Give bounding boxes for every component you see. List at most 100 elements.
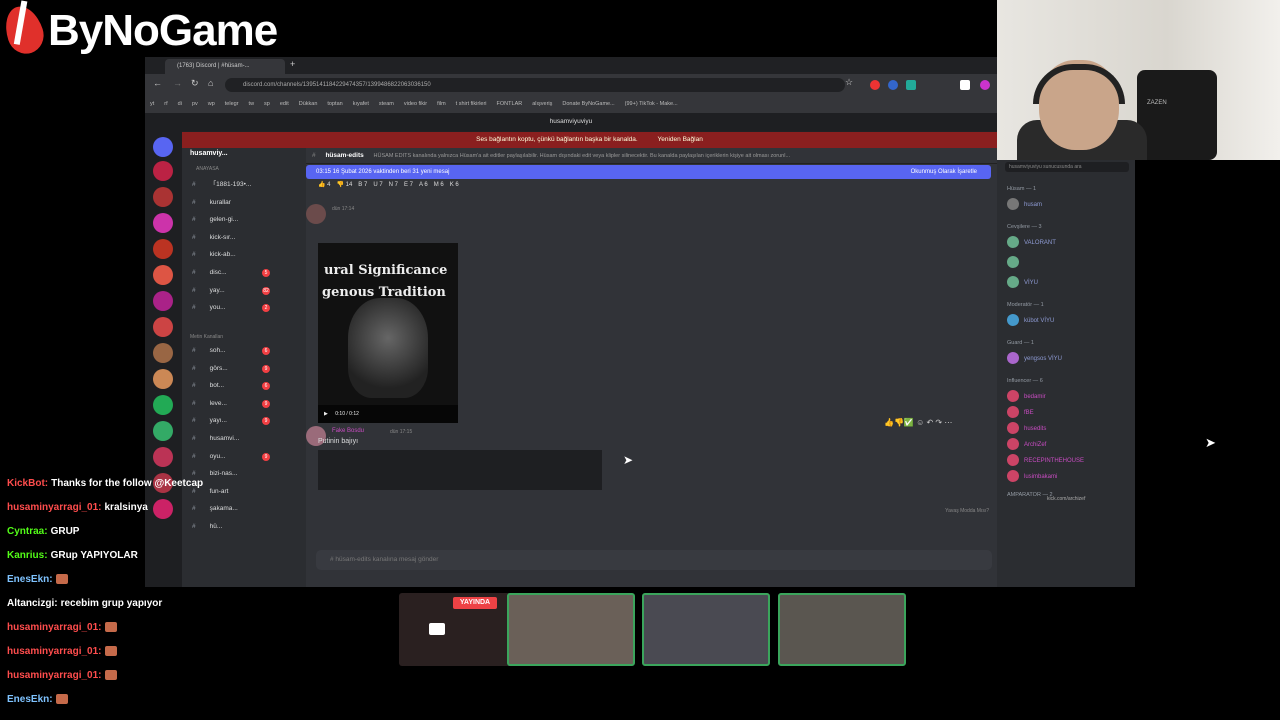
- member-item[interactable]: RECEPINTHEHOUSE: [1007, 454, 1084, 468]
- channel-item[interactable]: # gelen-gi...: [182, 213, 306, 227]
- server-icon[interactable]: [153, 343, 173, 363]
- participant-thumb[interactable]: [778, 593, 906, 666]
- message-input[interactable]: # hüsam-edits kanalına mesaj gönder: [316, 550, 992, 570]
- channel-item[interactable]: # you... 2: [182, 301, 306, 315]
- member-item[interactable]: VİYU: [1007, 276, 1038, 290]
- member-item[interactable]: VALORANT: [1007, 236, 1056, 250]
- bookmark-item[interactable]: alışveriş: [532, 96, 552, 113]
- category-text-channels[interactable]: Metin Kanalları: [190, 334, 223, 340]
- reaction-chip[interactable]: B 7: [358, 180, 367, 191]
- channel-item[interactable]: # 「1881-193•...: [182, 178, 306, 192]
- participant-thumb[interactable]: [507, 593, 635, 666]
- channel-item[interactable]: # kick-ab...: [182, 248, 306, 262]
- bookmark-item[interactable]: film: [437, 96, 446, 113]
- reaction-chip[interactable]: 👍 4: [318, 180, 330, 191]
- bookmark-item[interactable]: pv: [192, 96, 198, 113]
- bookmark-item[interactable]: (99+) TikTok - Make...: [625, 96, 678, 113]
- mark-read-button[interactable]: Okunmuş Olarak İşaretle: [911, 165, 977, 179]
- channel-item[interactable]: # şakama...: [182, 502, 306, 516]
- server-icon[interactable]: [153, 213, 173, 233]
- reaction-chip[interactable]: 👎 14: [336, 180, 352, 191]
- message-author[interactable]: Fake Bosdu: [332, 428, 364, 434]
- bookmark-item[interactable]: toptan: [327, 96, 342, 113]
- server-icon[interactable]: [153, 447, 173, 467]
- server-icon[interactable]: [153, 395, 173, 415]
- server-icon[interactable]: [153, 161, 173, 181]
- bookmark-item[interactable]: telegr: [225, 96, 239, 113]
- new-tab-icon[interactable]: +: [290, 59, 295, 69]
- bookmark-star-icon[interactable]: ☆: [845, 77, 853, 88]
- search-input[interactable]: husamviyuviyu sunucusunda ara: [1005, 162, 1129, 172]
- channel-item[interactable]: # görs... 9: [182, 362, 306, 376]
- home-icon[interactable]: ⌂: [208, 78, 213, 88]
- channel-item[interactable]: # disc... 5: [182, 266, 306, 280]
- reaction-chip[interactable]: K 6: [450, 180, 459, 191]
- extension-icon[interactable]: [906, 80, 916, 90]
- member-item[interactable]: bedamir: [1007, 390, 1046, 404]
- bookmark-item[interactable]: steam: [379, 96, 394, 113]
- server-icon[interactable]: [153, 239, 173, 259]
- bookmark-item[interactable]: Dükkan: [299, 96, 318, 113]
- channel-item[interactable]: # yayı... 9: [182, 414, 306, 428]
- reconnect-button[interactable]: Yeniden Bağlan: [658, 136, 703, 143]
- video-player[interactable]: ural Significance genous Tradition ▶ 0:1…: [318, 243, 458, 423]
- server-icon[interactable]: [153, 187, 173, 207]
- channel-item[interactable]: # hü...: [182, 520, 306, 534]
- reaction-chip[interactable]: A 6: [419, 180, 428, 191]
- reload-icon[interactable]: ↻: [191, 78, 199, 89]
- member-item[interactable]: yengsos VİYU: [1007, 352, 1062, 366]
- member-item[interactable]: kübot VİYU: [1007, 314, 1054, 328]
- play-icon[interactable]: ▶: [324, 411, 328, 417]
- bookmark-item[interactable]: edit: [280, 96, 289, 113]
- bookmark-item[interactable]: yt: [150, 96, 154, 113]
- channel-item[interactable]: # husamvi...: [182, 432, 306, 446]
- extension-icon[interactable]: [870, 80, 880, 90]
- channel-item[interactable]: # bot... 6: [182, 379, 306, 393]
- url-field[interactable]: discord.com/channels/1395141184229474357…: [225, 78, 845, 92]
- new-messages-bar[interactable]: 03:15 16 Şubat 2026 vaktinden beri 31 ye…: [306, 165, 991, 179]
- server-icon[interactable]: [153, 499, 173, 519]
- server-icon[interactable]: [153, 265, 173, 285]
- message-actions[interactable]: 👍👎✅ ☺ ↶ ↷ ⋯: [884, 418, 952, 427]
- server-name[interactable]: husamviy...: [190, 150, 228, 157]
- reaction-chip[interactable]: M 6: [434, 180, 444, 191]
- channel-item[interactable]: # oyu... 9: [182, 450, 306, 464]
- bookmark-item[interactable]: Donate ByNoGame...: [562, 96, 614, 113]
- bookmark-item[interactable]: t shirt fikirleri: [456, 96, 487, 113]
- message-attachment[interactable]: [318, 450, 602, 490]
- channel-item[interactable]: # kurallar: [182, 196, 306, 210]
- server-icon[interactable]: [153, 421, 173, 441]
- server-icon[interactable]: [153, 317, 173, 337]
- reaction-chip[interactable]: U 7: [373, 180, 382, 191]
- server-icon[interactable]: [153, 291, 173, 311]
- bookmark-item[interactable]: kıyafet: [353, 96, 369, 113]
- bookmark-item[interactable]: di: [178, 96, 182, 113]
- video-controls[interactable]: ▶ 0:10 / 0:12: [318, 405, 458, 423]
- member-item[interactable]: [1007, 256, 1024, 270]
- bookmark-item[interactable]: rf: [164, 96, 167, 113]
- channel-item[interactable]: # kick-sır...: [182, 231, 306, 245]
- extension-icon[interactable]: [888, 80, 898, 90]
- member-item[interactable]: lusimbakami: [1007, 470, 1057, 484]
- member-item[interactable]: ArchiZef: [1007, 438, 1046, 452]
- reaction-chip[interactable]: E 7: [404, 180, 413, 191]
- channel-topic[interactable]: HÜSAM EDITS kanalında yalnızca Hüsam'a a…: [374, 153, 790, 159]
- member-item[interactable]: fBE: [1007, 406, 1034, 420]
- participant-thumb[interactable]: [642, 593, 770, 666]
- avatar[interactable]: [306, 204, 326, 224]
- member-item[interactable]: husam: [1007, 198, 1042, 212]
- forward-icon[interactable]: →: [173, 78, 182, 88]
- category-anayasa[interactable]: ANAYASA: [196, 166, 219, 172]
- browser-tab[interactable]: (1763) Discord | #hüsam-...: [165, 59, 285, 74]
- channel-item[interactable]: # yay... 82: [182, 284, 306, 298]
- bookmark-item[interactable]: video fikir: [404, 96, 427, 113]
- bookmark-item[interactable]: tw: [249, 96, 255, 113]
- reaction-chip[interactable]: N 7: [389, 180, 398, 191]
- back-icon[interactable]: ←: [153, 78, 162, 88]
- member-item[interactable]: husedits: [1007, 422, 1046, 436]
- bookmark-item[interactable]: wp: [208, 96, 215, 113]
- home-server-icon[interactable]: [153, 137, 173, 157]
- server-icon[interactable]: [153, 369, 173, 389]
- channel-item[interactable]: # leve... 9: [182, 397, 306, 411]
- bookmark-item[interactable]: sp: [264, 96, 270, 113]
